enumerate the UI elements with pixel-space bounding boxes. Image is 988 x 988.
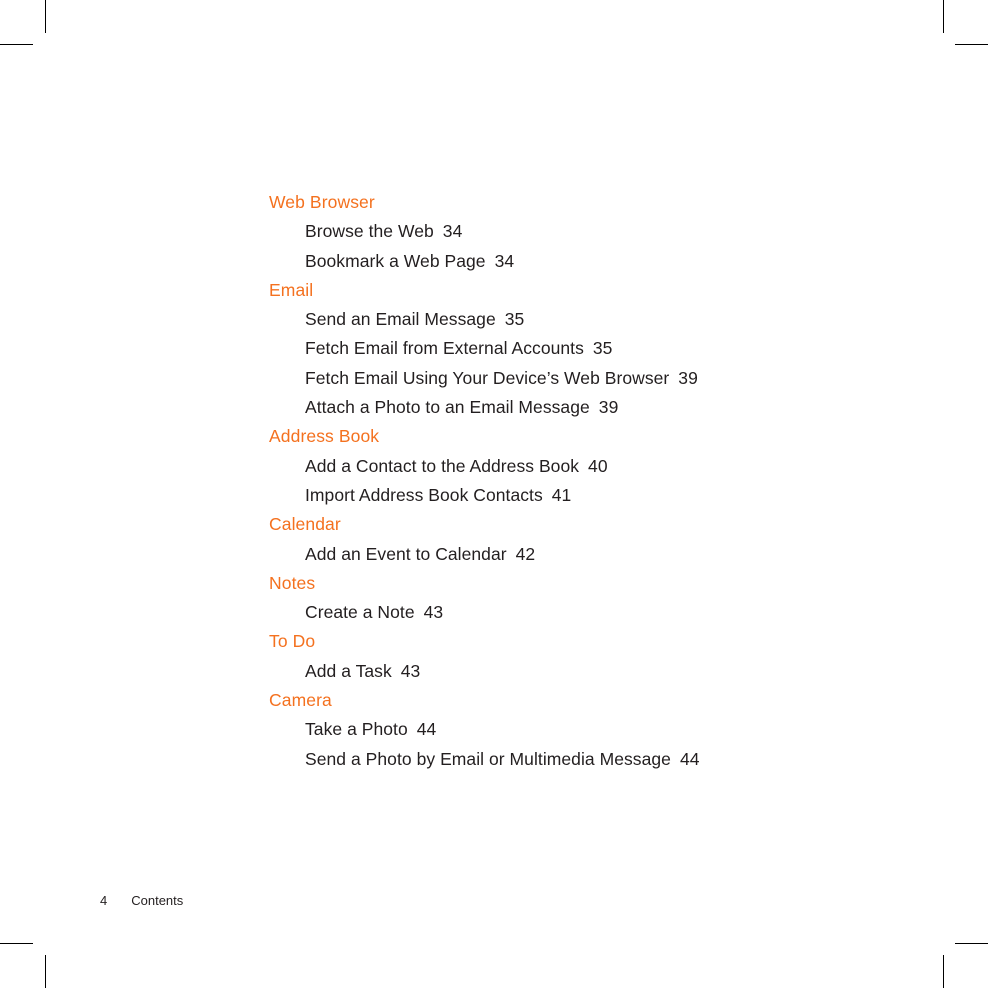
toc-entry-title: Fetch Email from External Accounts <box>305 338 584 359</box>
crop-mark-bottom-left-vertical <box>45 955 46 988</box>
toc-entry[interactable]: Fetch Email Using Your Device’s Web Brow… <box>305 364 909 393</box>
toc-entry-title: Attach a Photo to an Email Message <box>305 397 590 418</box>
toc-entry-title: Send a Photo by Email or Multimedia Mess… <box>305 748 671 769</box>
toc-heading[interactable]: Calendar <box>269 510 909 539</box>
crop-mark-bottom-left-horizontal <box>0 943 33 944</box>
toc-entry-title: Take a Photo <box>305 719 408 740</box>
toc-entry-page-number: 35 <box>592 338 613 359</box>
toc-entry-page-number: 44 <box>416 719 437 740</box>
toc-group: Calendar Add an Event to Calendar 42 <box>269 510 909 569</box>
toc-entry-title: Browse the Web <box>305 221 434 242</box>
crop-mark-top-right-horizontal <box>955 44 988 45</box>
toc-entry[interactable]: Send a Photo by Email or Multimedia Mess… <box>305 745 909 774</box>
toc-entry[interactable]: Create a Note 43 <box>305 598 909 627</box>
toc-entry[interactable]: Browse the Web 34 <box>305 217 909 246</box>
document-page: Web Browser Browse the Web 34 Bookmark a We… <box>0 0 988 988</box>
toc-entry[interactable]: Take a Photo 44 <box>305 715 909 744</box>
toc-group: Camera Take a Photo 44 Send a Photo by Emai… <box>269 686 909 774</box>
toc-entry-title: Bookmark a Web Page <box>305 250 486 271</box>
folio-number: 4 <box>100 893 108 908</box>
toc-entry-page-number: 34 <box>494 250 515 271</box>
toc-heading[interactable]: Address Book <box>269 422 909 451</box>
crop-mark-bottom-right-vertical <box>943 955 944 988</box>
toc-entry-page-number: 34 <box>442 221 463 242</box>
toc-entry-page-number: 43 <box>400 660 421 681</box>
toc-entry-page-number: 39 <box>598 397 619 418</box>
toc-entry-title: Create a Note <box>305 602 415 623</box>
toc-entry[interactable]: Import Address Book Contacts 41 <box>305 481 909 510</box>
toc-group: Web Browser Browse the Web 34 Bookmark a We… <box>269 188 909 276</box>
toc-entry[interactable]: Bookmark a Web Page 34 <box>305 247 909 276</box>
folio-label: Contents <box>131 893 184 908</box>
toc-entry[interactable]: Attach a Photo to an Email Message 39 <box>305 393 909 422</box>
toc-heading[interactable]: Web Browser <box>269 188 909 217</box>
toc-entry[interactable]: Fetch Email from External Accounts 35 <box>305 334 909 363</box>
toc-heading[interactable]: Notes <box>269 569 909 598</box>
toc-entry-page-number: 44 <box>679 748 700 769</box>
toc-entry-title: Add a Task <box>305 660 392 681</box>
table-of-contents: Web Browser Browse the Web 34 Bookmark a We… <box>269 188 909 774</box>
page-footer: 4 Contents <box>100 893 183 909</box>
toc-entry-page-number: 41 <box>551 484 572 505</box>
crop-mark-top-right-vertical <box>943 0 944 33</box>
crop-mark-top-left-horizontal <box>0 44 33 45</box>
toc-entry-page-number: 42 <box>515 543 536 564</box>
toc-entry-page-number: 40 <box>588 455 608 476</box>
toc-entry-title: Import Address Book Contacts <box>305 484 543 505</box>
toc-entry[interactable]: Add an Event to Calendar 42 <box>305 540 909 569</box>
toc-group: Address Book Add a Contact to the Address… <box>269 422 909 510</box>
toc-entry-title: Add a Contact to the Address Book <box>305 455 580 476</box>
toc-heading[interactable]: Camera <box>269 686 909 715</box>
toc-entry-title: Send an Email Message <box>305 309 496 330</box>
crop-mark-bottom-right-horizontal <box>955 943 988 944</box>
toc-entry-page-number: 39 <box>678 367 698 388</box>
toc-entry-page-number: 35 <box>504 309 525 330</box>
toc-group: To Do Add a Task 43 <box>269 627 909 686</box>
toc-entry[interactable]: Add a Contact to the Address Book 40 <box>305 452 909 481</box>
toc-entry-page-number: 43 <box>423 602 444 623</box>
toc-group: Email Send an Email Message 35 Fetch Email … <box>269 276 909 422</box>
crop-mark-top-left-vertical <box>45 0 46 33</box>
toc-entry[interactable]: Send an Email Message 35 <box>305 305 909 334</box>
toc-heading[interactable]: To Do <box>269 627 909 656</box>
toc-group: Notes Create a Note 43 <box>269 569 909 628</box>
toc-entry-title: Fetch Email Using Your Device’s Web Brow… <box>305 367 670 388</box>
toc-entry[interactable]: Add a Task 43 <box>305 657 909 686</box>
toc-entry-title: Add an Event to Calendar <box>305 543 507 564</box>
toc-heading[interactable]: Email <box>269 276 909 305</box>
